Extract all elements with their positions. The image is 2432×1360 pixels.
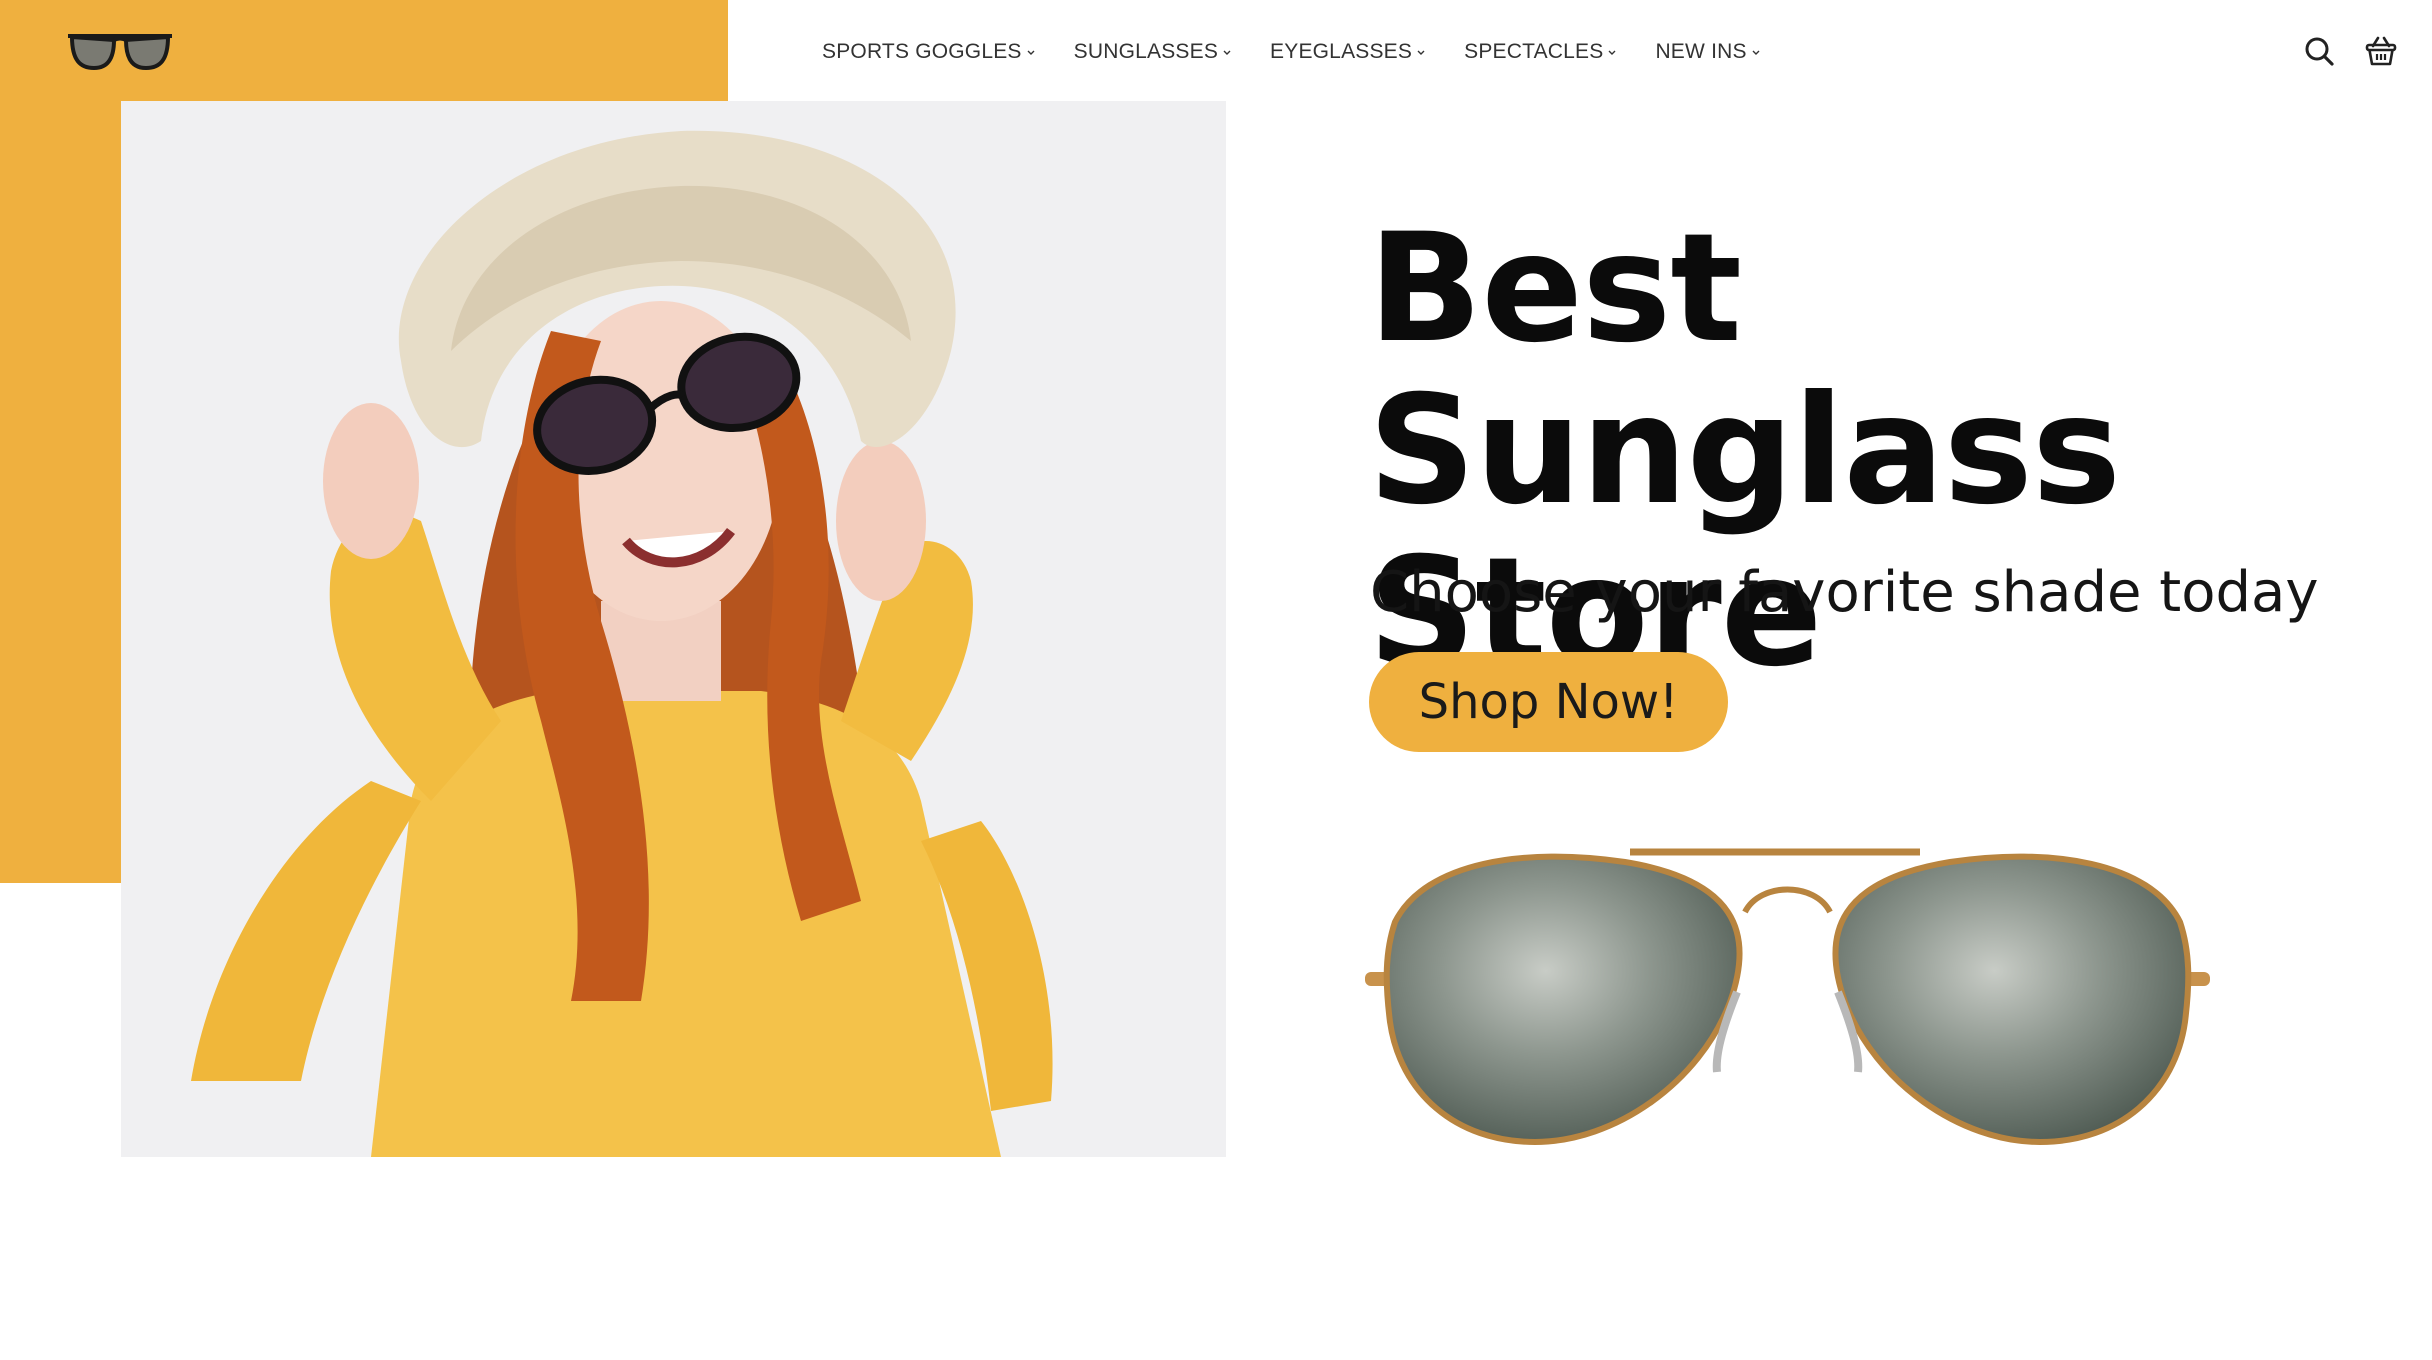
main-navigation: SPORTS GOGGLES SUNGLASSES EYEGLASSES SPE…	[822, 36, 1799, 68]
chevron-down-icon	[1223, 50, 1231, 55]
hero-model-photo	[121, 101, 1226, 1157]
nav-item-new-ins[interactable]: NEW INS	[1655, 40, 1760, 64]
nav-item-label: SUNGLASSES	[1073, 40, 1219, 63]
hero-title-line-1: Best Sunglass	[1368, 202, 2121, 538]
chevron-down-icon	[1027, 50, 1035, 55]
nav-item-sunglasses[interactable]: SUNGLASSES	[1074, 40, 1232, 64]
chevron-down-icon	[1417, 50, 1425, 55]
search-icon[interactable]	[2302, 34, 2336, 68]
chevron-down-icon	[1608, 50, 1616, 55]
sunglasses-logo-icon[interactable]	[66, 30, 174, 74]
nav-item-sports-goggles[interactable]: SPORTS GOGGLES	[822, 40, 1036, 64]
hero-subtitle: Choose your favorite shade today	[1370, 560, 2319, 625]
woman-in-hat-and-sunglasses-photo	[191, 130, 1053, 1157]
nav-item-label: EYEGLASSES	[1270, 40, 1413, 63]
nav-item-label: SPECTACLES	[1464, 40, 1604, 63]
shop-now-button[interactable]: Shop Now!	[1369, 652, 1728, 752]
nav-item-label: SPORTS GOGGLES	[822, 40, 1022, 63]
aviator-sunglasses-photo	[1365, 848, 2210, 1146]
header-actions	[2302, 34, 2398, 68]
basket-icon[interactable]	[2364, 34, 2398, 68]
chevron-down-icon	[1752, 50, 1760, 55]
nav-item-spectacles[interactable]: SPECTACLES	[1464, 40, 1617, 64]
nav-item-label: NEW INS	[1655, 40, 1747, 63]
nav-item-eyeglasses[interactable]: EYEGLASSES	[1270, 40, 1426, 64]
